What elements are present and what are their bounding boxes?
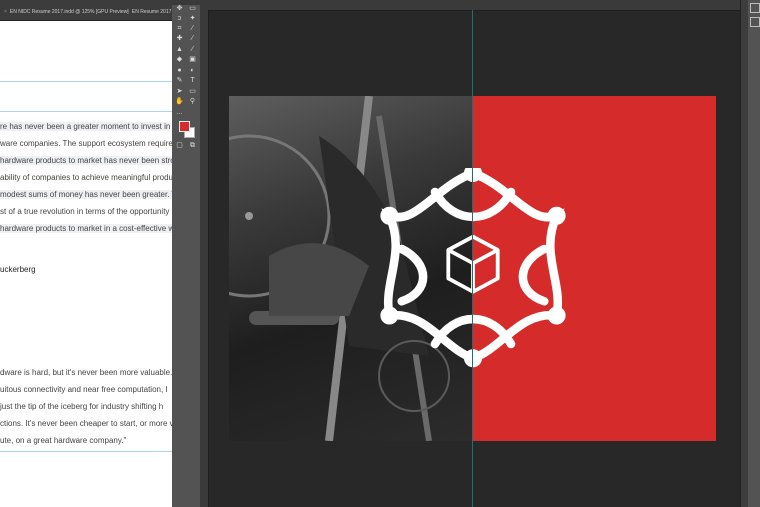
text-line[interactable]: ute, on a great hardware company." [0,436,126,445]
rectangle-tool-icon[interactable]: ▭ [187,87,198,97]
text-line[interactable]: st of a true revolution in terms of the … [0,207,169,216]
text-line[interactable]: ability of companies to achieve meaningf… [0,173,172,182]
text-line[interactable]: just the tip of the iceberg for industry… [0,402,163,411]
canvas-guide-line [472,10,473,507]
move-tool-icon[interactable]: ✥ [174,4,185,14]
healing-brush-tool-icon[interactable]: ✚ [174,34,185,44]
screen-mode-icon[interactable]: ⧉ [187,141,198,151]
text-line[interactable]: modest sums of money has never been grea… [0,190,172,199]
text-line[interactable]: ctions. It's never been cheaper to start… [0,419,172,428]
quote-author[interactable]: uckerberg [0,265,36,274]
text-line[interactable]: hardware products to market has never be… [0,156,172,165]
clone-stamp-tool-icon[interactable]: ▲ [174,45,185,55]
zoom-tool-icon[interactable]: ⚲ [187,97,198,107]
logo-mark-icon [380,168,566,368]
foreground-color-swatch[interactable] [179,121,190,132]
guide-line [0,111,172,112]
lasso-tool-icon[interactable]: ↄ [174,14,185,24]
tab-resume-2017[interactable]: × EN Resume 2017 [126,5,171,19]
document-window: × EN NIDC Resume 2017.indd @ 125% [GPU Pr… [0,0,172,507]
history-brush-tool-icon[interactable]: ⁄ [187,45,198,55]
gradient-tool-icon[interactable]: ▣ [187,55,198,65]
document-page: re has never been a greater moment to in… [0,21,172,507]
close-tab-icon[interactable]: × [126,9,129,15]
text-line[interactable]: uitous connectivity and near free comput… [0,385,168,394]
guide-line [0,81,172,82]
eyedropper-tool-icon[interactable]: ⁄ [187,24,198,34]
eraser-tool-icon[interactable]: ◆ [174,55,185,65]
artboard-tool-icon[interactable]: ▭ [187,4,198,14]
text-line[interactable]: dware is hard, but it's never been more … [0,368,172,377]
right-panel-dock [748,0,760,507]
quick-mask-icon[interactable]: ▢ [174,141,185,151]
ruler-horizontal[interactable] [200,0,740,11]
hand-tool-icon[interactable]: ✋ [174,97,185,107]
ruler-vertical[interactable] [200,10,209,507]
tools-panel: ✥ ▭ ↄ ✦ ⌗ ⁄ ✚ ⁄ ▲ ⁄ ◆ ▣ ● ◐ ✎ T ➤ ▭ ✋ ⚲ … [172,0,201,507]
panel-toggle-icon[interactable] [750,3,760,13]
path-selection-tool-icon[interactable]: ➤ [174,87,185,97]
blur-tool-icon[interactable]: ● [174,66,185,76]
more-tools-icon[interactable]: ... [174,108,185,118]
dodge-tool-icon[interactable]: ◐ [187,66,198,76]
brush-tool-icon[interactable]: ⁄ [187,34,198,44]
type-tool-icon[interactable]: T [187,76,198,86]
tab-resume-indd[interactable]: × EN NIDC Resume 2017.indd @ 125% [GPU Pr… [4,5,129,19]
crop-tool-icon[interactable]: ⌗ [174,24,185,34]
text-line[interactable]: re has never been a greater moment to in… [0,122,171,131]
text-line[interactable]: hardware products to market in a cost-ef… [0,224,172,233]
close-tab-icon[interactable]: × [4,9,7,15]
layers-panel-icon[interactable] [750,17,760,27]
guide-line [0,451,172,452]
text-line[interactable]: ware companies. The support ecosystem re… [0,139,172,148]
pen-tool-icon[interactable]: ✎ [174,76,185,86]
magic-wand-tool-icon[interactable]: ✦ [187,14,198,24]
document-tab-bar: × EN NIDC Resume 2017.indd @ 125% [GPU Pr… [0,0,172,21]
